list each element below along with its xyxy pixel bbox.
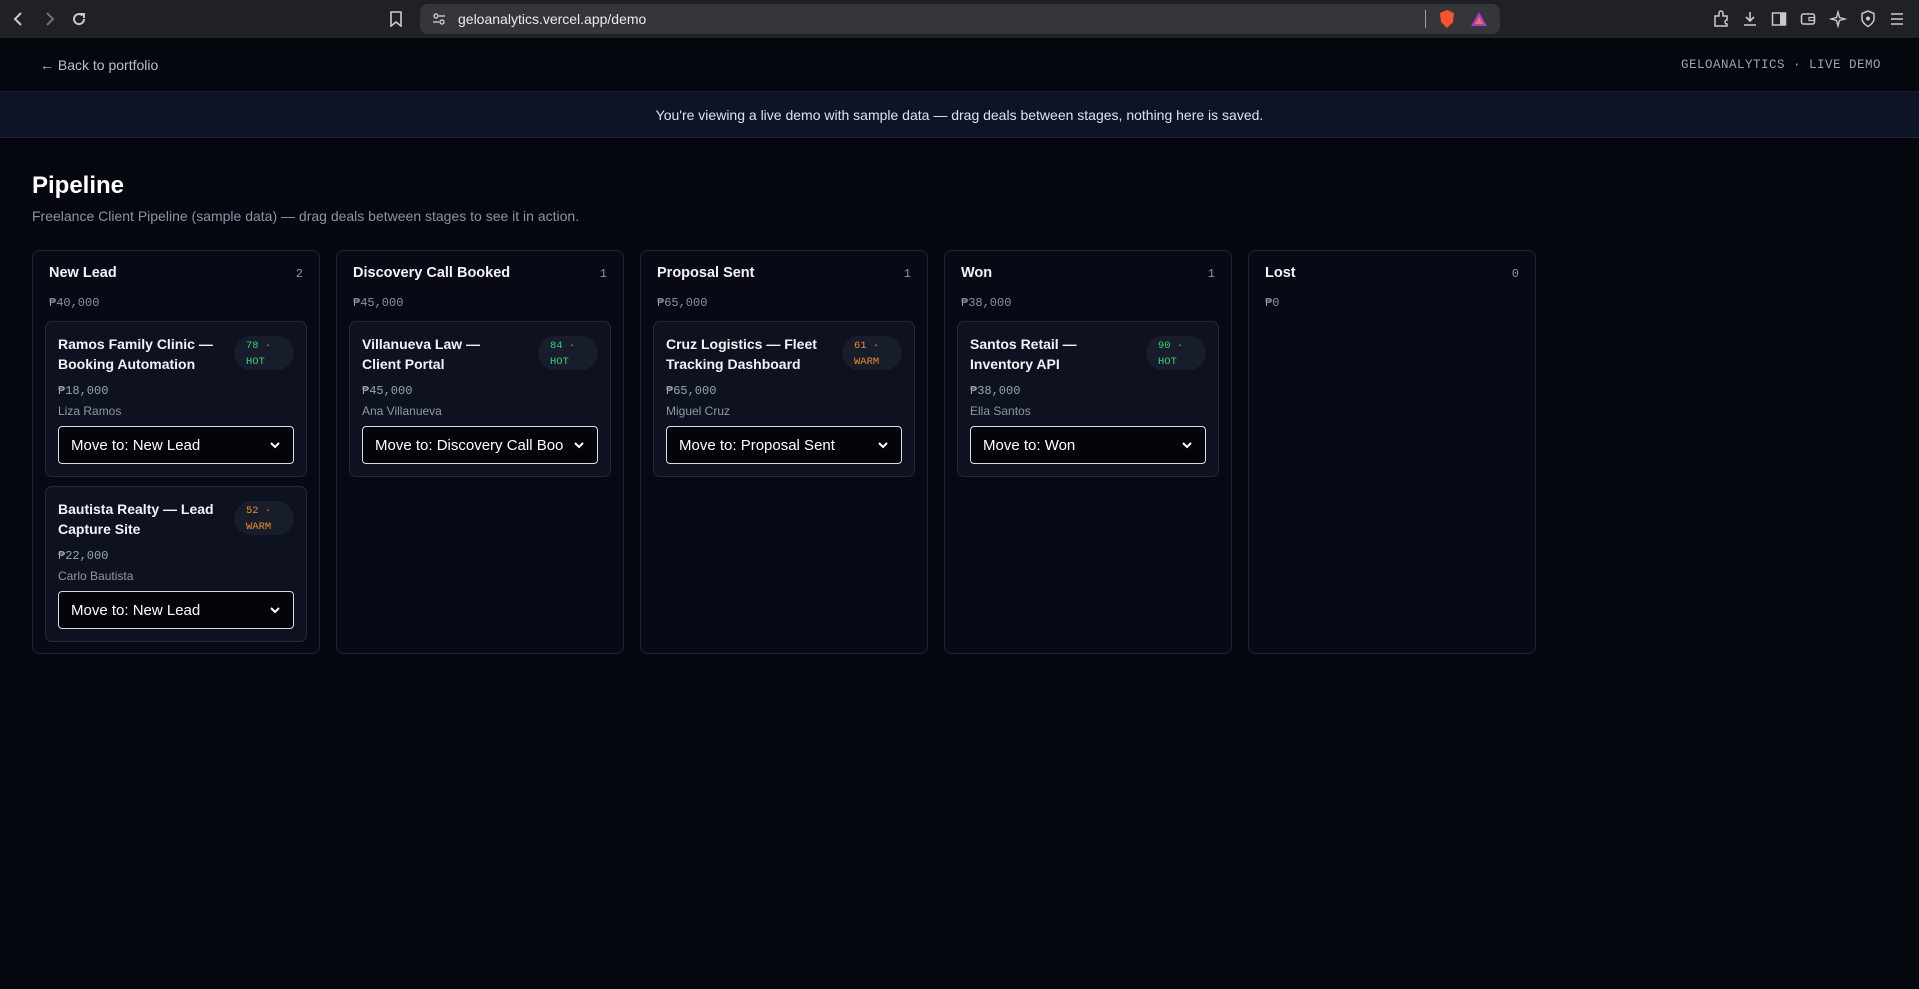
lead-score: 52 · <box>246 505 272 517</box>
deal-contact: Ana Villanueva <box>362 404 442 418</box>
lead-temperature: WARM <box>246 521 272 533</box>
sidebar-icon[interactable] <box>1768 8 1790 30</box>
forward-arrow-icon[interactable] <box>38 8 60 30</box>
menu-icon[interactable] <box>1886 8 1908 30</box>
stage-total: ₱0 <box>1265 296 1280 310</box>
move-stage-select[interactable]: Move to: New Lead <box>58 591 294 629</box>
chevron-down-icon <box>270 607 280 614</box>
site-settings-icon[interactable] <box>428 8 450 30</box>
move-stage-value: Move to: New Lead <box>71 436 201 454</box>
move-stage-select[interactable]: Move to: Proposal Sent <box>666 426 902 464</box>
lead-score: 78 · <box>246 340 272 352</box>
stage-column[interactable]: Won 1 ₱38,000 Santos Retail — Inventory API… <box>944 250 1232 654</box>
stage-total: ₱45,000 <box>353 296 404 310</box>
deal-value: ₱38,000 <box>970 384 1021 398</box>
deal-value: ₱22,000 <box>58 549 109 563</box>
lead-temperature: HOT <box>550 356 569 368</box>
app-header: ← Back to portfolio GELOANALYTICS · LIVE… <box>0 38 1919 92</box>
stage-title: Discovery Call Booked <box>353 265 511 281</box>
stage-count: 1 <box>599 267 607 281</box>
back-to-portfolio-link[interactable]: ← Back to portfolio <box>40 57 158 73</box>
chevron-down-icon <box>270 442 280 449</box>
extensions-icon[interactable] <box>1710 8 1732 30</box>
stage-count: 1 <box>1207 267 1215 281</box>
demo-banner-text: You're viewing a live demo with sample d… <box>655 106 1264 123</box>
address-divider <box>1425 10 1426 28</box>
deal-value: ₱18,000 <box>58 384 109 398</box>
chevron-down-icon <box>1182 442 1192 449</box>
back-arrow-icon[interactable] <box>8 8 30 30</box>
lead-score-badge: 52 · WARM <box>234 501 294 535</box>
stage-count: 1 <box>903 267 911 281</box>
deal-card[interactable]: Bautista Realty — Lead Capture Site 52 · W… <box>45 486 307 642</box>
deal-value: ₱45,000 <box>362 384 413 398</box>
lead-temperature: HOT <box>1158 356 1177 368</box>
lead-temperature: HOT <box>246 356 265 368</box>
stage-column[interactable]: Lost 0 ₱0 <box>1248 250 1536 654</box>
stage-title: Won <box>961 265 993 281</box>
move-stage-value: Move to: Won <box>983 436 1076 454</box>
brand-tag: GELOANALYTICS · LIVE DEMO <box>1680 58 1881 72</box>
stage-count: 2 <box>295 267 303 281</box>
lead-score: 61 · <box>854 340 880 352</box>
move-stage-select[interactable]: Move to: New Lead <box>58 426 294 464</box>
brave-shield-icon[interactable] <box>1436 8 1458 30</box>
deal-contact: Carlo Bautista <box>58 569 134 583</box>
deal-title: Bautista Realty — Lead Capture Site <box>58 501 214 537</box>
stage-column[interactable]: New Lead 2 ₱40,000 Ramos Family Clinic — Bo… <box>32 250 320 654</box>
stage-total: ₱38,000 <box>961 296 1012 310</box>
deal-contact: Miguel Cruz <box>666 404 731 418</box>
move-stage-value: Move to: Discovery Call Boo <box>375 436 564 454</box>
deal-title: Cruz Logistics — Fleet Tracking Dashboar… <box>666 336 817 372</box>
stage-total: ₱40,000 <box>49 296 100 310</box>
reload-icon[interactable] <box>68 8 90 30</box>
move-stage-select[interactable]: Move to: Won <box>970 426 1206 464</box>
ai-assistant-icon[interactable] <box>1827 8 1849 30</box>
stage-title: Proposal Sent <box>657 265 755 281</box>
move-stage-value: Move to: New Lead <box>71 601 201 619</box>
deal-value: ₱65,000 <box>666 384 717 398</box>
move-stage-value: Move to: Proposal Sent <box>679 436 835 454</box>
page-subtitle: Freelance Client Pipeline (sample data) … <box>32 208 580 224</box>
stage-total: ₱65,000 <box>657 296 708 310</box>
deal-card[interactable]: Santos Retail — Inventory API 90 · HOT ₱38,… <box>957 321 1219 477</box>
lead-score: 90 · <box>1158 340 1184 352</box>
deal-card[interactable]: Villanueva Law — Client Portal 84 · HOT ₱45… <box>349 321 611 477</box>
move-stage-select[interactable]: Move to: Discovery Call Boo <box>362 426 598 464</box>
lead-temperature: WARM <box>854 356 880 368</box>
deal-contact: Liza Ramos <box>58 404 122 418</box>
stage-column[interactable]: Discovery Call Booked 1 ₱45,000 Villanueva … <box>336 250 624 654</box>
deal-card[interactable]: Ramos Family Clinic — Booking Automation… <box>45 321 307 477</box>
brave-rewards-icon[interactable] <box>1468 8 1490 30</box>
lead-score: 84 · <box>550 340 576 352</box>
stage-column[interactable]: Proposal Sent 1 ₱65,000 Cruz Logistics — Fl… <box>640 250 928 654</box>
url-text[interactable]: geloanalytics.vercel.app/demo <box>458 11 646 27</box>
chevron-down-icon <box>574 442 584 449</box>
deal-title: Ramos Family Clinic — Booking Automation <box>58 336 213 372</box>
lead-score-badge: 78 · HOT <box>234 336 294 370</box>
address-bar[interactable]: geloanalytics.vercel.app/demo <box>420 4 1500 34</box>
wallet-icon[interactable] <box>1797 8 1819 30</box>
bookmark-icon[interactable] <box>385 8 407 30</box>
deal-card[interactable]: Cruz Logistics — Fleet Tracking Dashboar… <box>653 321 915 477</box>
lead-score-badge: 84 · HOT <box>538 336 598 370</box>
download-icon[interactable] <box>1739 8 1761 30</box>
chevron-down-icon <box>878 442 888 449</box>
deal-title: Santos Retail — Inventory API <box>970 336 1077 372</box>
stage-count: 0 <box>1511 267 1519 281</box>
stage-title: Lost <box>1265 265 1296 281</box>
browser-toolbar: geloanalytics.vercel.app/demo <box>0 0 1919 38</box>
stage-title: New Lead <box>49 265 117 281</box>
vpn-shield-icon[interactable] <box>1857 8 1879 30</box>
deal-contact: Ella Santos <box>970 404 1031 418</box>
lead-score-badge: 61 · WARM <box>842 336 902 370</box>
page-title: Pipeline <box>32 172 125 199</box>
demo-banner: You're viewing a live demo with sample d… <box>0 92 1919 138</box>
deal-title: Villanueva Law — Client Portal <box>362 336 481 372</box>
lead-score-badge: 90 · HOT <box>1146 336 1206 370</box>
